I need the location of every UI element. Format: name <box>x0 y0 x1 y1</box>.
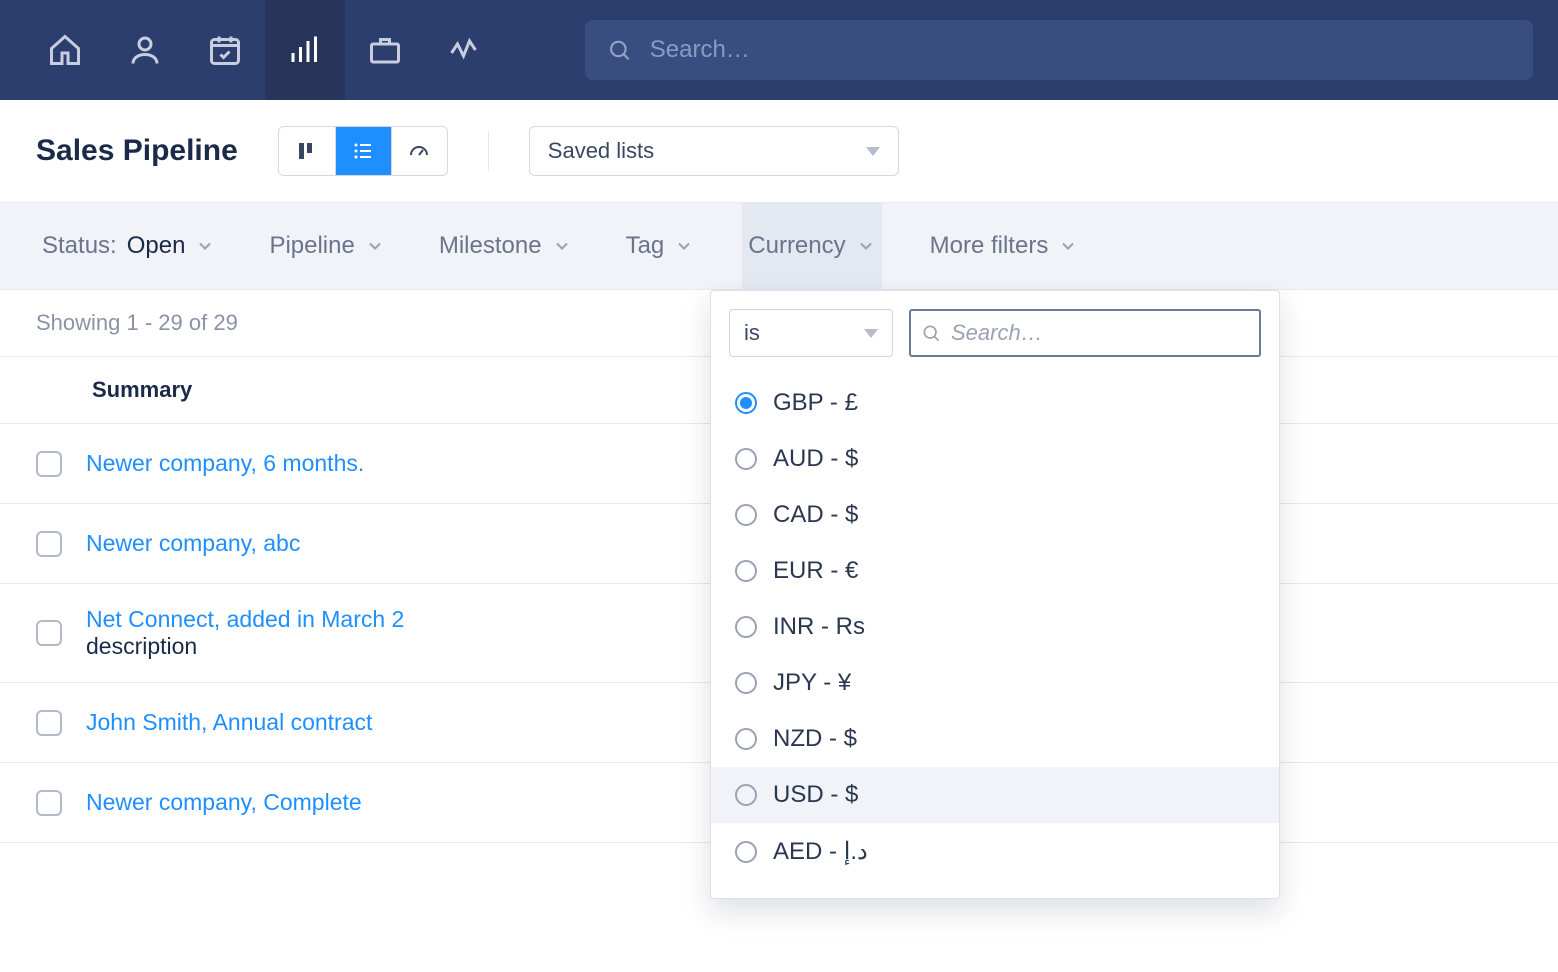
currency-option-label: USD - $ <box>773 781 858 809</box>
filter-milestone[interactable]: Milestone <box>433 203 578 289</box>
saved-lists-dropdown[interactable]: Saved lists <box>529 126 899 176</box>
page-header: Sales Pipeline Saved lists <box>0 100 1558 202</box>
row-checkbox[interactable] <box>36 451 62 477</box>
pipeline-bars-icon[interactable] <box>265 0 345 100</box>
gauge-icon <box>407 139 431 163</box>
row-title-link[interactable]: Newer company, 6 months. <box>86 450 364 476</box>
filter-bar: Status: Open Pipeline Milestone Tag Curr… <box>0 202 1558 290</box>
list-icon <box>351 139 375 163</box>
currency-option-label: AUD - $ <box>773 445 858 473</box>
chevron-down-icon <box>674 236 694 256</box>
filter-more[interactable]: More filters <box>924 203 1085 289</box>
currency-option[interactable]: NZD - $ <box>711 711 1279 767</box>
chevron-down-icon <box>864 329 878 338</box>
currency-option-label: INR - Rs <box>773 613 865 641</box>
currency-option[interactable]: CAD - $ <box>711 487 1279 543</box>
filter-pipeline[interactable]: Pipeline <box>263 203 390 289</box>
view-dashboard-button[interactable] <box>391 127 447 175</box>
popover-search-input[interactable] <box>951 320 1249 346</box>
row-summary: Newer company, 6 months. <box>86 450 364 477</box>
row-checkbox[interactable] <box>36 620 62 646</box>
radio-icon <box>735 392 757 414</box>
row-checkbox[interactable] <box>36 710 62 736</box>
row-description: description <box>86 633 404 660</box>
topbar <box>0 0 1558 100</box>
search-input[interactable] <box>650 36 1511 64</box>
global-search <box>585 20 1533 80</box>
radio-icon <box>735 841 757 863</box>
view-switcher <box>278 126 448 176</box>
radio-icon <box>735 448 757 470</box>
filter-status-value: Open <box>127 232 186 260</box>
briefcase-icon[interactable] <box>345 0 425 100</box>
chevron-down-icon <box>552 236 572 256</box>
person-icon[interactable] <box>105 0 185 100</box>
activity-icon[interactable] <box>425 0 505 100</box>
currency-option[interactable]: EUR - € <box>711 543 1279 599</box>
currency-option-label: AED - د.إ <box>773 837 868 866</box>
filter-label: Milestone <box>439 232 542 260</box>
view-list-button[interactable] <box>335 127 391 175</box>
home-icon[interactable] <box>25 0 105 100</box>
currency-option[interactable]: USD - $ <box>711 767 1279 823</box>
chevron-down-icon <box>365 236 385 256</box>
currency-option-label: NZD - $ <box>773 725 857 753</box>
row-summary: Net Connect, added in March 2description <box>86 606 404 660</box>
currency-option-label: GBP - £ <box>773 389 858 417</box>
search-icon <box>921 322 941 344</box>
radio-icon <box>735 728 757 750</box>
currency-option[interactable]: GBP - £ <box>711 375 1279 431</box>
board-icon <box>295 139 319 163</box>
view-board-button[interactable] <box>279 127 335 175</box>
divider <box>488 131 489 171</box>
radio-icon <box>735 560 757 582</box>
filter-label: Tag <box>626 232 665 260</box>
row-title-link[interactable]: John Smith, Annual contract <box>86 709 372 735</box>
filter-tag[interactable]: Tag <box>620 203 701 289</box>
chevron-down-icon <box>195 236 215 256</box>
currency-option-label: JPY - ¥ <box>773 669 851 697</box>
search-icon <box>607 37 632 63</box>
search-input-container[interactable] <box>585 20 1533 80</box>
radio-icon <box>735 504 757 526</box>
row-title-link[interactable]: Newer company, abc <box>86 530 300 556</box>
popover-search[interactable] <box>909 309 1261 357</box>
row-checkbox[interactable] <box>36 531 62 557</box>
filter-status[interactable]: Status: Open <box>36 203 221 289</box>
currency-option-label: EUR - € <box>773 557 858 585</box>
operator-dropdown[interactable]: is <box>729 309 893 357</box>
currency-option[interactable]: INR - Rs <box>711 599 1279 655</box>
radio-icon <box>735 784 757 806</box>
row-title-link[interactable]: Newer company, Complete <box>86 789 362 815</box>
row-summary: Newer company, Complete <box>86 789 362 816</box>
page-title: Sales Pipeline <box>36 134 238 168</box>
filter-label: Currency <box>748 232 845 260</box>
filter-status-label: Status: <box>42 232 117 260</box>
filter-currency[interactable]: Currency <box>742 203 881 289</box>
currency-option[interactable]: JPY - ¥ <box>711 655 1279 711</box>
row-summary: John Smith, Annual contract <box>86 709 372 736</box>
row-summary: Newer company, abc <box>86 530 300 557</box>
chevron-down-icon <box>866 147 880 156</box>
filter-label: Pipeline <box>269 232 354 260</box>
currency-option[interactable]: AUD - $ <box>711 431 1279 487</box>
radio-icon <box>735 672 757 694</box>
chevron-down-icon <box>1058 236 1078 256</box>
row-checkbox[interactable] <box>36 790 62 816</box>
currency-option-label: CAD - $ <box>773 501 858 529</box>
saved-lists-label: Saved lists <box>548 138 654 164</box>
popover-controls: is <box>729 309 1261 357</box>
calendar-check-icon[interactable] <box>185 0 265 100</box>
radio-icon <box>735 616 757 638</box>
filter-label: More filters <box>930 232 1049 260</box>
chevron-down-icon <box>856 236 876 256</box>
currency-popover: is GBP - £ AUD - $ CAD - $ EUR - € INR - Rs J… <box>710 290 1280 899</box>
currency-options: GBP - £ AUD - $ CAD - $ EUR - € INR - Rs JPY … <box>711 375 1279 880</box>
operator-value: is <box>744 320 760 346</box>
row-title-link[interactable]: Net Connect, added in March 2 <box>86 606 404 632</box>
currency-option[interactable]: AED - د.إ <box>711 823 1279 880</box>
